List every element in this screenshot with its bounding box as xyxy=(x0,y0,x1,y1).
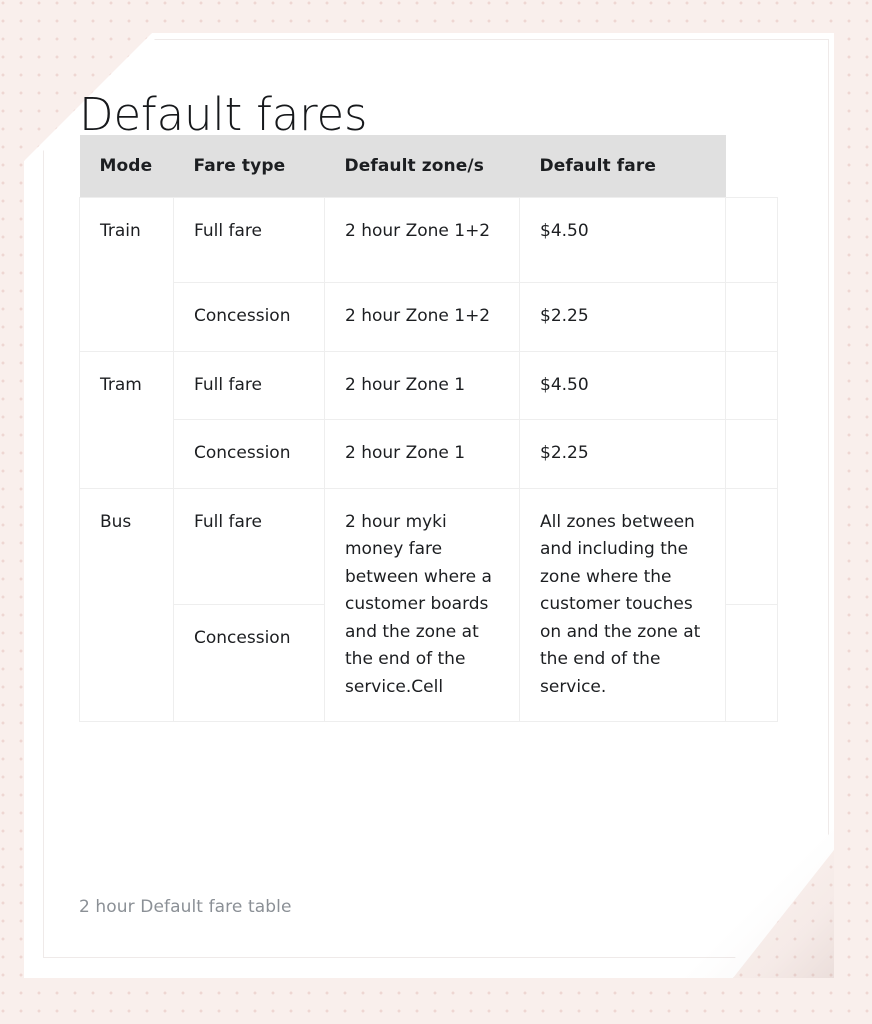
column-header-default-fare: Default fare xyxy=(519,135,726,198)
table-caption: 2 hour Default fare table xyxy=(79,897,292,917)
cell-fare-type: Full fare xyxy=(173,350,325,421)
cell-default-fare: $2.25 xyxy=(519,282,726,352)
column-header-mode: Mode xyxy=(79,135,174,198)
cell-fare-type: Full fare xyxy=(173,197,325,283)
cell-default-zones: 2 hour myki money fare between where a c… xyxy=(324,487,520,723)
cell-default-zones: 2 hour Zone 1+2 xyxy=(324,197,520,283)
cell-extra xyxy=(725,487,778,606)
cell-mode-bus: Bus xyxy=(79,487,174,723)
cell-default-fare: All zones between and including the zone… xyxy=(519,487,726,723)
table-header: Mode Fare type Default zone/s Default fa… xyxy=(79,135,778,198)
table-row: Train Full fare 2 hour Zone 1+2 $4.50 xyxy=(79,197,778,352)
cell-extra xyxy=(725,350,778,421)
cell-fare-type: Full fare xyxy=(173,487,325,606)
column-header-fare-type: Fare type xyxy=(173,135,325,198)
table-row: Bus Full fare 2 hour myki money fare bet… xyxy=(79,487,778,723)
cell-extra xyxy=(725,419,778,489)
cell-default-zones: 2 hour Zone 1 xyxy=(324,419,520,489)
table-header-row: Mode Fare type Default zone/s Default fa… xyxy=(79,135,778,198)
table-row: Concession 2 hour Zone 1+2 $2.25 xyxy=(80,282,778,352)
cell-default-fare: $2.25 xyxy=(519,419,726,489)
column-header-extra xyxy=(725,135,778,198)
cell-fare-type: Concession xyxy=(173,282,325,352)
table-row: Concession 2 hour Zone 1 $2.25 xyxy=(80,419,778,489)
cell-extra xyxy=(725,197,778,283)
column-header-default-zones: Default zone/s xyxy=(324,135,520,198)
cell-mode-tram: Tram xyxy=(79,350,174,489)
page-title: Default fares xyxy=(79,88,368,142)
cell-default-fare: $4.50 xyxy=(519,197,726,283)
cell-extra xyxy=(725,282,778,352)
cell-default-fare: $4.50 xyxy=(519,350,726,421)
cell-extra xyxy=(725,604,778,723)
cell-default-zones: 2 hour Zone 1+2 xyxy=(324,282,520,352)
cell-fare-type: Concession xyxy=(173,419,325,489)
cell-mode-train: Train xyxy=(79,197,174,352)
table-body: Train Full fare 2 hour Zone 1+2 $4.50 Co… xyxy=(79,197,778,723)
default-fares-table: Mode Fare type Default zone/s Default fa… xyxy=(79,135,778,723)
document-content: Default fares Mode Fare type Default zon… xyxy=(24,33,834,978)
table-row: Tram Full fare 2 hour Zone 1 $4.50 xyxy=(79,350,778,489)
cell-default-zones: 2 hour Zone 1 xyxy=(324,350,520,421)
cell-fare-type: Concession xyxy=(173,604,325,723)
